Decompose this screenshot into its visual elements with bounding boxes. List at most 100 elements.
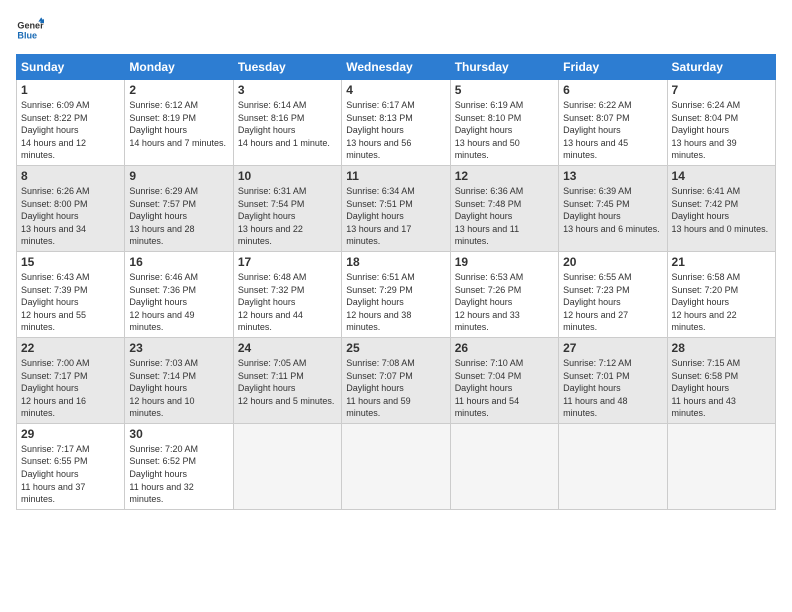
- weekday-header-monday: Monday: [125, 55, 233, 80]
- calendar-cell: 27Sunrise: 7:12 AMSunset: 7:01 PMDayligh…: [559, 337, 667, 423]
- svg-text:General: General: [17, 21, 44, 31]
- day-info: Sunrise: 7:15 AMSunset: 6:58 PMDaylight …: [672, 357, 771, 420]
- calendar-cell: 14 Sunrise: 6:41 AMSunset: 7:42 PMDayligh…: [667, 165, 775, 251]
- calendar-cell: 3 Sunrise: 6:14 AMSunset: 8:16 PMDaylight…: [233, 80, 341, 166]
- weekday-header-sunday: Sunday: [17, 55, 125, 80]
- day-number: 10: [238, 169, 337, 183]
- day-info: Sunrise: 7:12 AMSunset: 7:01 PMDaylight …: [563, 357, 662, 420]
- calendar-cell: 18 Sunrise: 6:51 AMSunset: 7:29 PMDayligh…: [342, 251, 450, 337]
- calendar-cell: 23 Sunrise: 7:03 AMSunset: 7:14 PMDayligh…: [125, 337, 233, 423]
- calendar-cell: [450, 423, 558, 509]
- day-number: 18: [346, 255, 445, 269]
- calendar-cell: 15 Sunrise: 6:43 AMSunset: 7:39 PMDayligh…: [17, 251, 125, 337]
- day-number: 28: [672, 341, 771, 355]
- day-number: 7: [672, 83, 771, 97]
- calendar-cell: 17 Sunrise: 6:48 AMSunset: 7:32 PMDayligh…: [233, 251, 341, 337]
- calendar-cell: 19 Sunrise: 6:53 AMSunset: 7:26 PMDayligh…: [450, 251, 558, 337]
- day-info: Sunrise: 6:24 AMSunset: 8:04 PMDaylight …: [672, 99, 771, 162]
- calendar-cell: 28 Sunrise: 7:15 AMSunset: 6:58 PMDayligh…: [667, 337, 775, 423]
- day-number: 2: [129, 83, 228, 97]
- day-info: Sunrise: 6:58 AMSunset: 7:20 PMDaylight …: [672, 271, 771, 334]
- day-info: Sunrise: 6:48 AMSunset: 7:32 PMDaylight …: [238, 271, 337, 334]
- day-info: Sunrise: 6:46 AMSunset: 7:36 PMDaylight …: [129, 271, 228, 334]
- calendar-cell: 16 Sunrise: 6:46 AMSunset: 7:36 PMDayligh…: [125, 251, 233, 337]
- page-container: General Blue SundayMondayTuesdayWednesda…: [0, 0, 792, 520]
- day-info: Sunrise: 6:36 AMSunset: 7:48 PMDaylight …: [455, 185, 554, 248]
- calendar-cell: [233, 423, 341, 509]
- weekday-header-tuesday: Tuesday: [233, 55, 341, 80]
- calendar-cell: [342, 423, 450, 509]
- day-number: 8: [21, 169, 120, 183]
- day-info: Sunrise: 6:29 AMSunset: 7:57 PMDaylight …: [129, 185, 228, 248]
- calendar-cell: 13Sunrise: 6:39 AMSunset: 7:45 PMDayligh…: [559, 165, 667, 251]
- calendar-cell: 4Sunrise: 6:17 AMSunset: 8:13 PMDaylight…: [342, 80, 450, 166]
- day-number: 30: [129, 427, 228, 441]
- day-number: 6: [563, 83, 662, 97]
- day-number: 4: [346, 83, 445, 97]
- day-number: 20: [563, 255, 662, 269]
- calendar-cell: 24 Sunrise: 7:05 AMSunset: 7:11 PMDayligh…: [233, 337, 341, 423]
- weekday-header-wednesday: Wednesday: [342, 55, 450, 80]
- day-number: 14: [672, 169, 771, 183]
- calendar-cell: 5 Sunrise: 6:19 AMSunset: 8:10 PMDaylight…: [450, 80, 558, 166]
- day-number: 17: [238, 255, 337, 269]
- day-info: Sunrise: 7:03 AMSunset: 7:14 PMDaylight …: [129, 357, 228, 420]
- weekday-header-friday: Friday: [559, 55, 667, 80]
- day-number: 29: [21, 427, 120, 441]
- calendar-cell: 10 Sunrise: 6:31 AMSunset: 7:54 PMDayligh…: [233, 165, 341, 251]
- day-number: 23: [129, 341, 228, 355]
- day-info: Sunrise: 6:41 AMSunset: 7:42 PMDaylight …: [672, 185, 771, 235]
- calendar-cell: 6 Sunrise: 6:22 AMSunset: 8:07 PMDaylight…: [559, 80, 667, 166]
- calendar-cell: [667, 423, 775, 509]
- day-number: 26: [455, 341, 554, 355]
- day-number: 5: [455, 83, 554, 97]
- day-info: Sunrise: 7:05 AMSunset: 7:11 PMDaylight …: [238, 357, 337, 407]
- day-number: 21: [672, 255, 771, 269]
- day-info: Sunrise: 6:31 AMSunset: 7:54 PMDaylight …: [238, 185, 337, 248]
- calendar-cell: 29Sunrise: 7:17 AMSunset: 6:55 PMDayligh…: [17, 423, 125, 509]
- day-number: 12: [455, 169, 554, 183]
- day-info: Sunrise: 6:14 AMSunset: 8:16 PMDaylight …: [238, 99, 337, 149]
- logo-icon: General Blue: [16, 16, 44, 44]
- day-number: 16: [129, 255, 228, 269]
- calendar-cell: 9 Sunrise: 6:29 AMSunset: 7:57 PMDaylight…: [125, 165, 233, 251]
- day-number: 3: [238, 83, 337, 97]
- day-info: Sunrise: 6:39 AMSunset: 7:45 PMDaylight …: [563, 185, 662, 235]
- calendar-table: SundayMondayTuesdayWednesdayThursdayFrid…: [16, 54, 776, 510]
- calendar-cell: 12 Sunrise: 6:36 AMSunset: 7:48 PMDayligh…: [450, 165, 558, 251]
- day-info: Sunrise: 6:34 AMSunset: 7:51 PMDaylight …: [346, 185, 445, 248]
- day-number: 22: [21, 341, 120, 355]
- calendar-week-row: 8 Sunrise: 6:26 AMSunset: 8:00 PMDaylight…: [17, 165, 776, 251]
- calendar-cell: 11 Sunrise: 6:34 AMSunset: 7:51 PMDayligh…: [342, 165, 450, 251]
- day-info: Sunrise: 7:20 AMSunset: 6:52 PMDaylight …: [129, 443, 228, 506]
- calendar-week-row: 1Sunrise: 6:09 AMSunset: 8:22 PMDaylight…: [17, 80, 776, 166]
- day-info: Sunrise: 6:51 AMSunset: 7:29 PMDaylight …: [346, 271, 445, 334]
- day-info: Sunrise: 7:00 AMSunset: 7:17 PMDaylight …: [21, 357, 120, 420]
- day-info: Sunrise: 6:19 AMSunset: 8:10 PMDaylight …: [455, 99, 554, 162]
- day-info: Sunrise: 7:10 AMSunset: 7:04 PMDaylight …: [455, 357, 554, 420]
- day-number: 15: [21, 255, 120, 269]
- calendar-cell: 21 Sunrise: 6:58 AMSunset: 7:20 PMDayligh…: [667, 251, 775, 337]
- day-number: 9: [129, 169, 228, 183]
- day-info: Sunrise: 6:43 AMSunset: 7:39 PMDaylight …: [21, 271, 120, 334]
- day-info: Sunrise: 7:08 AMSunset: 7:07 PMDaylight …: [346, 357, 445, 420]
- day-number: 25: [346, 341, 445, 355]
- calendar-cell: 26 Sunrise: 7:10 AMSunset: 7:04 PMDayligh…: [450, 337, 558, 423]
- day-info: Sunrise: 6:53 AMSunset: 7:26 PMDaylight …: [455, 271, 554, 334]
- header: General Blue: [16, 16, 776, 44]
- day-number: 24: [238, 341, 337, 355]
- weekday-header-thursday: Thursday: [450, 55, 558, 80]
- calendar-cell: 2 Sunrise: 6:12 AMSunset: 8:19 PMDaylight…: [125, 80, 233, 166]
- day-info: Sunrise: 6:22 AMSunset: 8:07 PMDaylight …: [563, 99, 662, 162]
- svg-text:Blue: Blue: [17, 30, 37, 40]
- day-number: 19: [455, 255, 554, 269]
- weekday-header-saturday: Saturday: [667, 55, 775, 80]
- day-info: Sunrise: 6:12 AMSunset: 8:19 PMDaylight …: [129, 99, 228, 149]
- calendar-cell: 25 Sunrise: 7:08 AMSunset: 7:07 PMDayligh…: [342, 337, 450, 423]
- calendar-cell: 30 Sunrise: 7:20 AMSunset: 6:52 PMDayligh…: [125, 423, 233, 509]
- day-info: Sunrise: 6:26 AMSunset: 8:00 PMDaylight …: [21, 185, 120, 248]
- calendar-cell: 7 Sunrise: 6:24 AMSunset: 8:04 PMDaylight…: [667, 80, 775, 166]
- day-number: 11: [346, 169, 445, 183]
- day-info: Sunrise: 6:55 AMSunset: 7:23 PMDaylight …: [563, 271, 662, 334]
- day-info: Sunrise: 6:09 AMSunset: 8:22 PMDaylight …: [21, 99, 120, 162]
